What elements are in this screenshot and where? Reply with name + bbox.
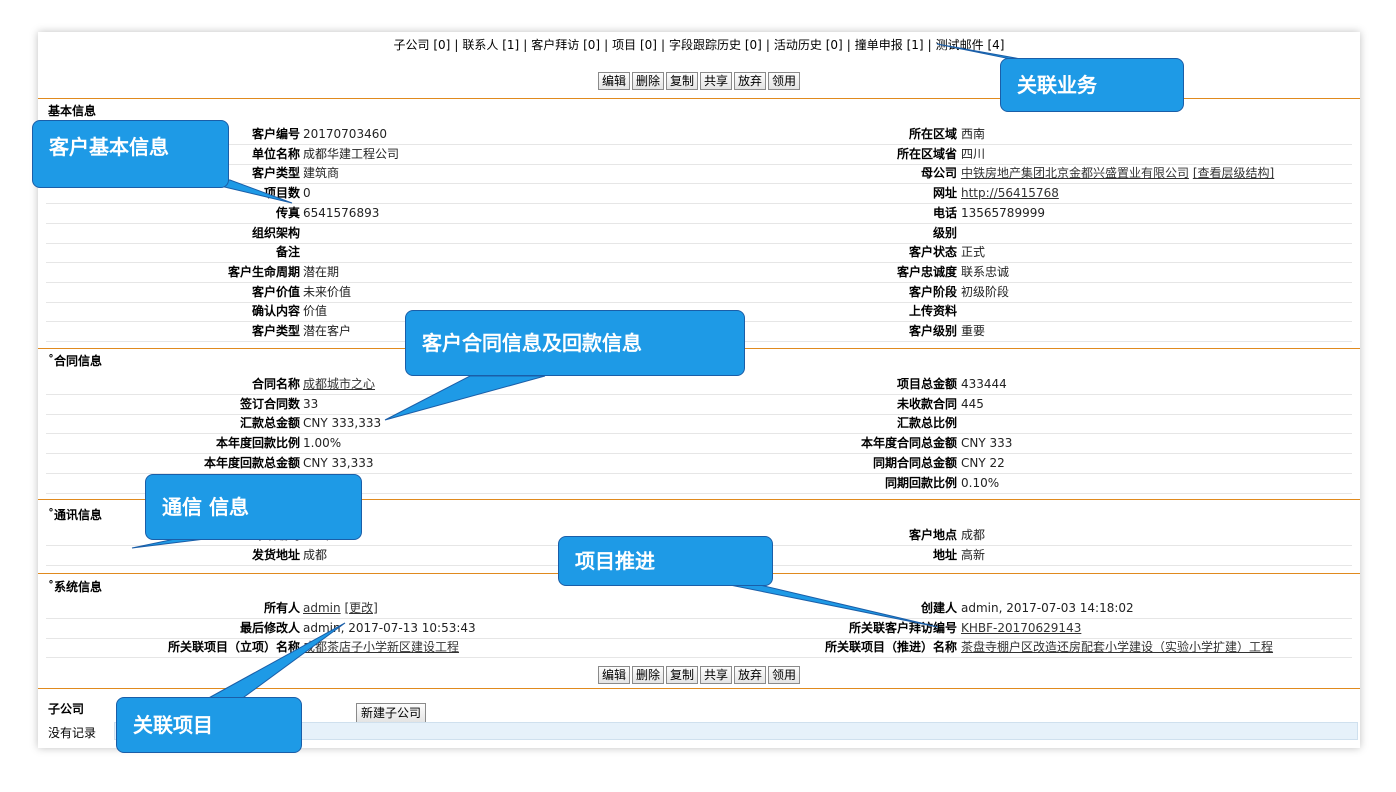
- pointer-comm-info: [131, 538, 206, 549]
- pointer-related-project: [204, 622, 346, 701]
- callout-pointers: [131, 43, 1061, 701]
- callout-contract-info: 客户合同信息及回款信息: [405, 310, 745, 376]
- pointer-contract-info: [384, 375, 546, 421]
- callout-project-push: 项目推进: [558, 536, 773, 586]
- callout-related-project: 关联项目: [116, 697, 302, 753]
- callout-related-business: 关联业务: [1000, 58, 1184, 112]
- pointer-project-push: [729, 584, 939, 628]
- callout-basic-info: 客户基本信息: [32, 120, 229, 188]
- callout-comm-info: 通信 信息: [145, 474, 362, 540]
